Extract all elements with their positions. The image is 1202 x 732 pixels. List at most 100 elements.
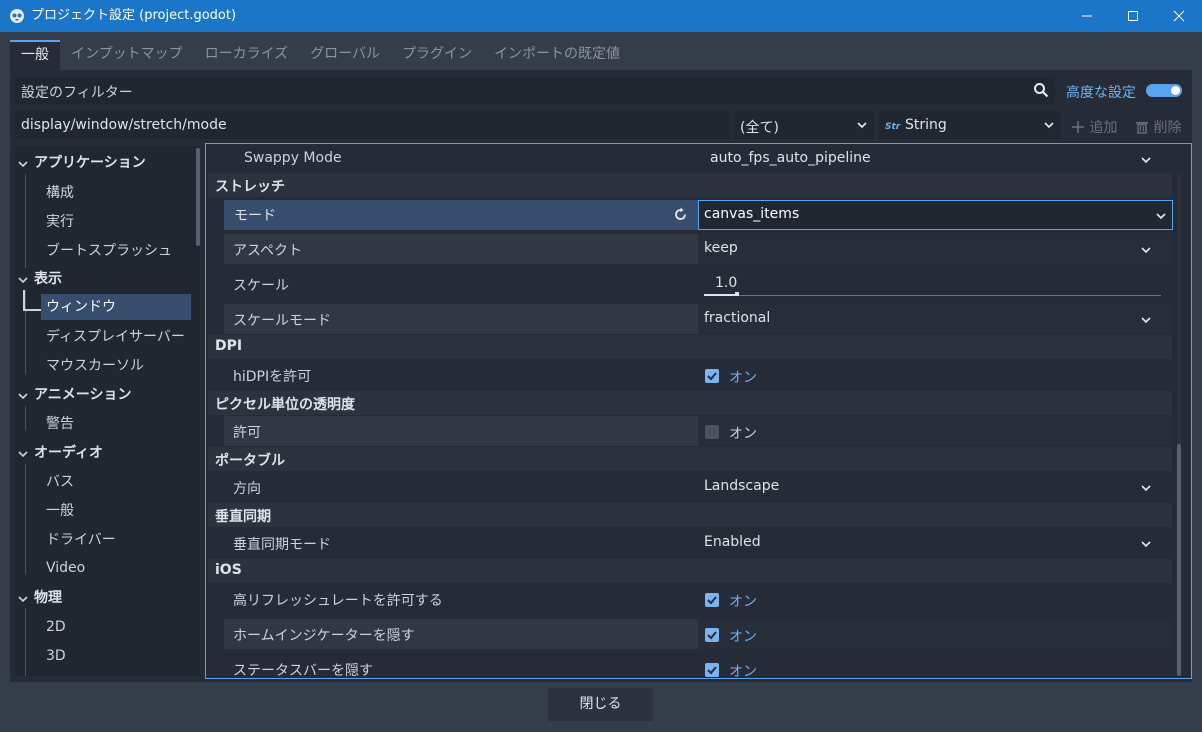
filter-placeholder: 設定のフィルター	[21, 85, 133, 101]
tree-item-audio[interactable]: オーディオ	[34, 440, 194, 466]
tree-item-video[interactable]: Video	[46, 555, 196, 581]
property-orientation[interactable]: 方向 Landscape	[206, 472, 1176, 502]
property-value: fractional	[704, 310, 771, 326]
section-label: ピクセル単位の透明度	[215, 397, 355, 413]
tree-item-config[interactable]: 構成	[46, 180, 196, 206]
property-hidpi[interactable]: hiDPIを許可 オン	[206, 360, 1176, 390]
section-stretch[interactable]: ストレッチ	[208, 173, 1172, 197]
tab-globals[interactable]: グローバル	[299, 40, 391, 70]
property-value: 1.0	[715, 275, 738, 291]
property-label: hiDPIを許可	[233, 369, 312, 385]
tab-import-defaults[interactable]: インポートの既定値	[483, 40, 631, 70]
property-scale-mode[interactable]: スケールモード fractional	[206, 304, 1176, 334]
hide-status-checkbox[interactable]	[705, 663, 719, 677]
tree-item-3d[interactable]: 3D	[46, 643, 196, 669]
delete-property-button[interactable]: 削除	[1135, 117, 1181, 137]
chevron-down-icon	[1156, 213, 1166, 220]
tab-general[interactable]: 一般	[10, 40, 60, 70]
property-label: 高リフレッシュレートを許可する	[233, 593, 443, 609]
delete-label: 削除	[1153, 120, 1182, 136]
toggle-knob	[1171, 86, 1180, 95]
chevron-down-icon	[18, 393, 28, 400]
property-label: 許可	[233, 425, 261, 441]
tree-item-physics[interactable]: 物理	[34, 585, 194, 611]
property-vsync-mode[interactable]: 垂直同期モード Enabled	[206, 528, 1176, 558]
checkbox-state: オン	[729, 629, 757, 645]
section-handheld[interactable]: ポータブル	[208, 447, 1172, 471]
checkbox-state: オン	[729, 664, 757, 679]
chevron-down-icon	[18, 277, 28, 284]
tree-scrollbar[interactable]	[196, 148, 200, 246]
property-label: ホームインジケーターを隠す	[233, 628, 415, 644]
tree-guide	[25, 174, 26, 268]
allowed-checkbox[interactable]	[705, 425, 719, 439]
settings-filter-input[interactable]: 設定のフィルター	[15, 77, 1055, 104]
tree-item-animation[interactable]: アニメーション	[34, 382, 194, 408]
property-label: 方向	[233, 481, 261, 497]
property-hide-status-bar[interactable]: ステータスバーを隠す オン	[206, 654, 1176, 679]
property-mode[interactable]: モード	[224, 200, 698, 230]
tree-item-window[interactable]: ウィンドウ	[41, 294, 191, 320]
tree-item-buses[interactable]: バス	[46, 469, 196, 495]
add-property-button[interactable]: 追加	[1071, 117, 1117, 137]
tree-item-display-server[interactable]: ディスプレイサーバー	[46, 324, 196, 350]
mode-select[interactable]: canvas_items	[698, 200, 1173, 230]
tree-item-application[interactable]: アプリケーション	[34, 150, 194, 176]
hide-home-checkbox[interactable]	[705, 628, 719, 642]
section-per-pixel-transparency[interactable]: ピクセル単位の透明度	[208, 391, 1172, 415]
section-dpi[interactable]: DPI	[208, 335, 1172, 359]
tree-item-2d[interactable]: 2D	[46, 614, 196, 640]
revert-icon[interactable]	[673, 207, 688, 222]
tree-item-mouse-cursor[interactable]: マウスカーソル	[46, 353, 196, 379]
checkmark-icon	[707, 631, 717, 640]
minimize-icon	[1082, 15, 1092, 17]
section-vsync[interactable]: 垂直同期	[208, 503, 1172, 527]
tree-guide	[25, 608, 26, 676]
maximize-button[interactable]	[1110, 0, 1156, 32]
property-high-refresh-rate[interactable]: 高リフレッシュレートを許可する オン	[206, 584, 1176, 614]
checkmark-icon	[707, 666, 717, 675]
scale-slider-fill	[704, 294, 735, 296]
scale-slider-handle[interactable]	[735, 292, 739, 296]
chevron-down-icon	[1141, 247, 1151, 254]
close-icon	[1173, 10, 1185, 22]
property-swappy-mode[interactable]: Swappy Mode auto_fps_auto_pipeline	[206, 144, 1176, 174]
section-label: iOS	[215, 562, 242, 578]
tree-item-warnings[interactable]: 警告	[46, 411, 196, 437]
tree-item-run[interactable]: 実行	[46, 209, 196, 235]
property-aspect[interactable]: アスペクト keep	[206, 234, 1176, 264]
settings-tabs: 一般 インプットマップ ローカライズ グローバル プラグイン インポートの既定値	[10, 40, 631, 70]
close-button[interactable]: 閉じる	[548, 688, 653, 721]
tab-plugins[interactable]: プラグイン	[391, 40, 483, 70]
checkbox-state: オン	[729, 426, 757, 442]
tree-item-display[interactable]: 表示	[34, 266, 194, 292]
tree-item-boot-splash[interactable]: ブートスプラッシュ	[46, 238, 196, 264]
search-icon	[1034, 83, 1049, 98]
plus-icon	[1072, 121, 1084, 133]
hidpi-checkbox[interactable]	[705, 369, 719, 383]
property-path-input[interactable]: display/window/stretch/mode	[15, 111, 730, 139]
tab-localization[interactable]: ローカライズ	[194, 40, 300, 70]
checkbox-state: オン	[729, 370, 757, 386]
section-label: ポータブル	[215, 453, 285, 469]
advanced-settings-toggle[interactable]	[1146, 84, 1182, 97]
feature-scope-select[interactable]: (全て)	[734, 111, 874, 139]
tree-guide	[25, 290, 26, 374]
scale-slider-track[interactable]	[704, 295, 1161, 296]
close-window-button[interactable]	[1156, 0, 1202, 32]
inspector-scrollbar[interactable]	[1177, 444, 1181, 676]
window-title: プロジェクト設定 (project.godot)	[31, 8, 237, 23]
tree-item-general[interactable]: 一般	[46, 498, 196, 524]
property-type-select[interactable]: Str String	[879, 111, 1061, 139]
tab-input-map[interactable]: インプットマップ	[60, 40, 194, 70]
chevron-down-icon	[18, 451, 28, 458]
maximize-icon	[1128, 11, 1138, 21]
high-refresh-checkbox[interactable]	[705, 593, 719, 607]
minimize-button[interactable]	[1064, 0, 1110, 32]
property-label: 垂直同期モード	[233, 537, 331, 553]
property-hide-home-indicator[interactable]: ホームインジケーターを隠す オン	[206, 619, 1176, 649]
property-allowed[interactable]: 許可 オン	[206, 416, 1176, 446]
tree-item-driver[interactable]: ドライバー	[46, 527, 196, 553]
section-ios[interactable]: iOS	[208, 559, 1172, 583]
chevron-down-icon	[18, 596, 28, 603]
